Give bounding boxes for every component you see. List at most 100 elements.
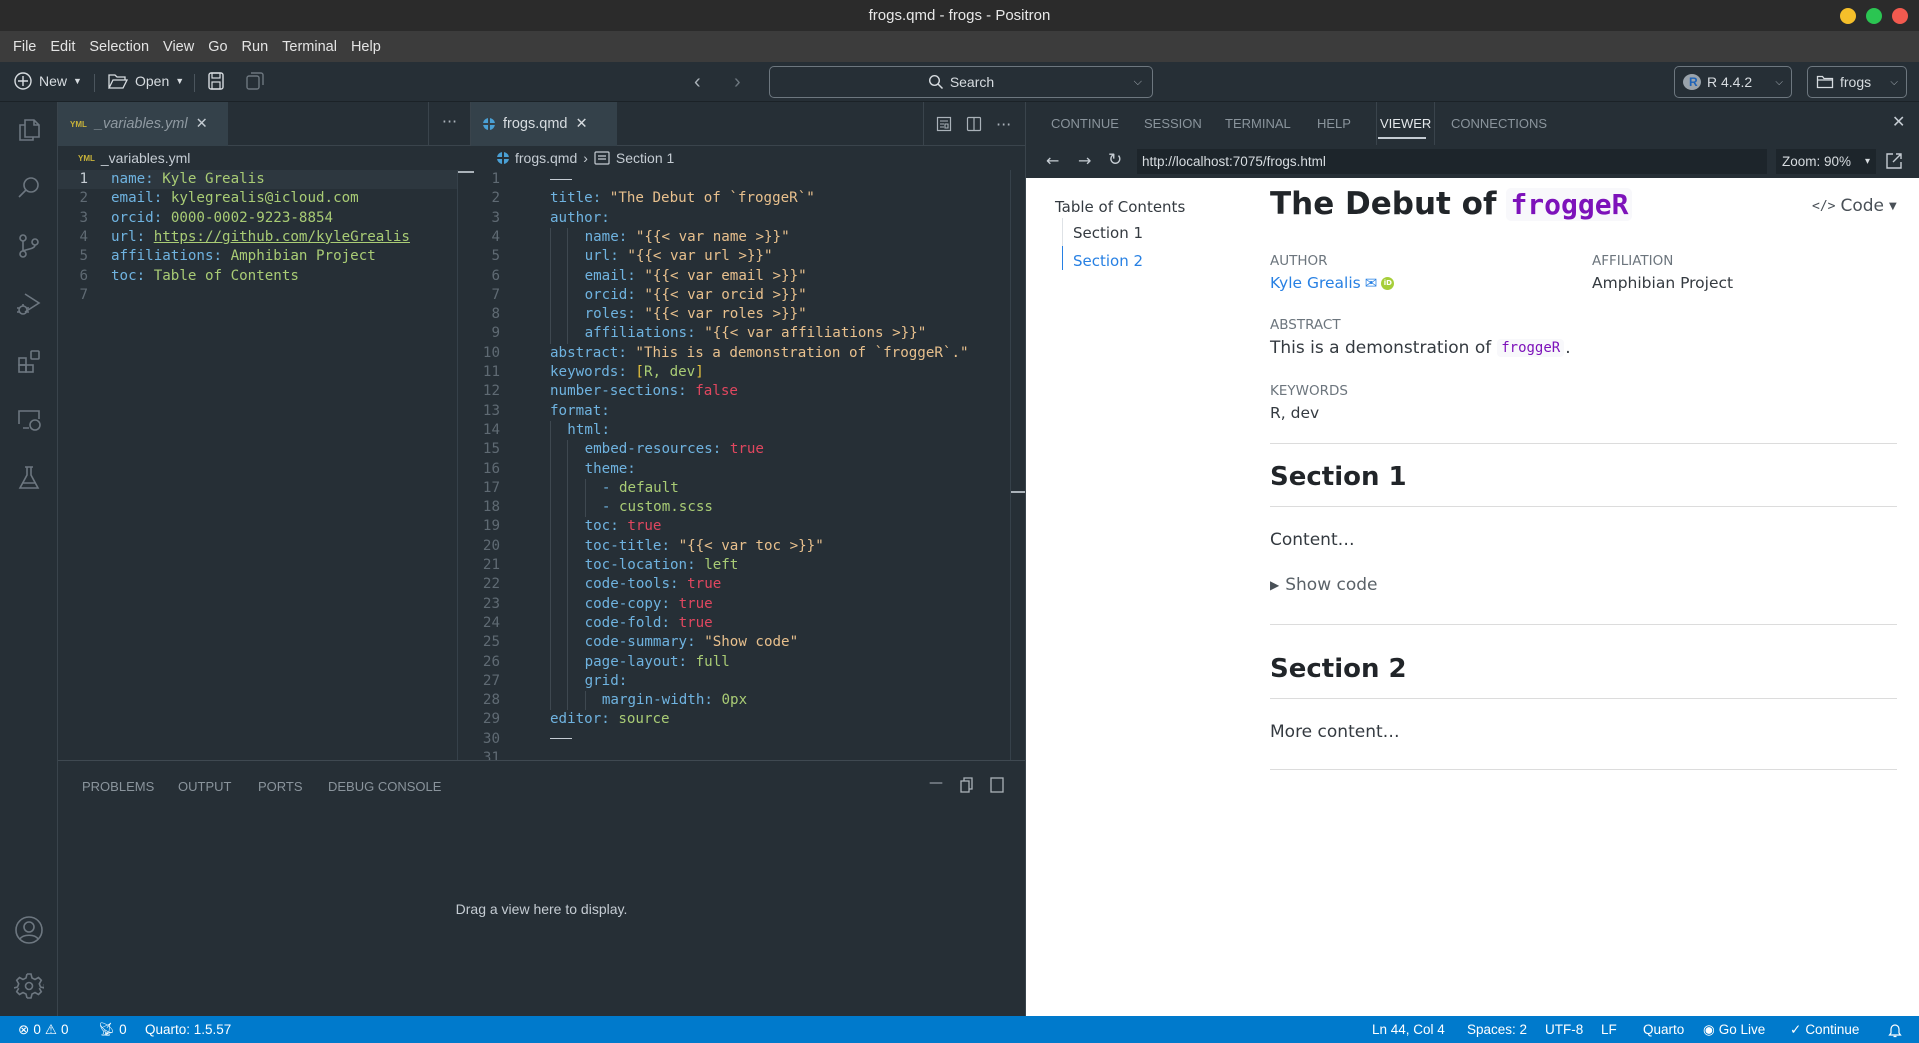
maximize-panel-icon[interactable]: [990, 777, 1004, 793]
back-button[interactable]: ‹: [694, 71, 701, 94]
language-mode[interactable]: Quarto: [1643, 1016, 1684, 1043]
line-number: 14: [482, 421, 500, 438]
pane-tab-continue[interactable]: CONTINUE: [1051, 102, 1119, 145]
viewer-url-input[interactable]: http://localhost:7075/frogs.html: [1137, 149, 1767, 174]
close-pane-icon[interactable]: ✕: [1892, 112, 1905, 131]
warning-icon: ⚠: [44, 1021, 57, 1037]
panel-tab-debug-console[interactable]: DEBUG CONSOLE: [328, 779, 441, 794]
pane-tab-connections[interactable]: CONNECTIONS: [1451, 102, 1547, 145]
open-in-browser-icon[interactable]: [1885, 152, 1903, 170]
maximize-button[interactable]: [1866, 8, 1882, 24]
yaml-value: "{{< var email >}}": [644, 267, 807, 284]
minimize-panel-icon[interactable]: —: [929, 775, 943, 791]
pane-tab-help[interactable]: HELP: [1317, 102, 1351, 145]
menu-selection[interactable]: Selection: [82, 39, 156, 55]
code-tools-button[interactable]: </> Code ▼: [1812, 196, 1897, 216]
code-line: title: "The Debut of `froggeR`": [550, 189, 815, 208]
minimize-button[interactable]: [1840, 8, 1856, 24]
notifications-button[interactable]: [1888, 1016, 1902, 1043]
activity-accounts[interactable]: [13, 914, 45, 946]
viewer-forward-icon[interactable]: →: [1078, 151, 1091, 170]
close-icon[interactable]: ✕: [575, 116, 587, 132]
panel-tab-output[interactable]: OUTPUT: [178, 779, 231, 794]
url-link[interactable]: https://github.com/kyleGrealis: [154, 229, 410, 245]
yaml-value: "{{< var name >}}": [635, 228, 790, 245]
yaml-colon: :: [145, 171, 163, 187]
open-button[interactable]: Open ▼: [107, 71, 184, 91]
continue-status[interactable]: ✓ Continue: [1790, 1016, 1859, 1043]
close-icon[interactable]: ✕: [196, 116, 208, 132]
more-actions-icon[interactable]: ···: [428, 102, 470, 146]
left-code-editor[interactable]: 1 name: Kyle Grealis 2 email: kylegrealis@i…: [58, 170, 458, 760]
restore-panel-icon[interactable]: [960, 777, 974, 793]
project-selector[interactable]: frogs ⌵: [1807, 66, 1907, 98]
tab-frogs-qmd[interactable]: frogs.qmd ✕: [471, 102, 617, 146]
toc-item-section-1[interactable]: Section 1: [1073, 224, 1143, 242]
code-line: email: kylegrealis@icloud.com: [111, 189, 359, 208]
pane-tab-session[interactable]: SESSION: [1144, 102, 1202, 145]
menu-view[interactable]: View: [156, 39, 201, 55]
yaml-value: custom.scss: [618, 499, 713, 516]
breadcrumb-section[interactable]: Section 1: [616, 150, 674, 166]
viewer-reload-icon[interactable]: ↻: [1108, 150, 1122, 170]
end-of-line[interactable]: LF: [1601, 1016, 1617, 1043]
encoding[interactable]: UTF-8: [1545, 1016, 1583, 1043]
activity-run-debug[interactable]: [13, 288, 45, 320]
breadcrumb-file[interactable]: _variables.yml: [101, 150, 190, 166]
save-all-icon: [246, 72, 264, 90]
viewer-document: Table of Contents Section 1 Section 2 Th…: [1026, 178, 1919, 1016]
line-number: 5: [79, 248, 88, 265]
right-editor-scrollbar[interactable]: [1010, 170, 1011, 760]
panel-tab-ports[interactable]: PORTS: [258, 779, 303, 794]
close-window-button[interactable]: [1892, 8, 1908, 24]
toc-item-section-2[interactable]: Section 2: [1073, 252, 1143, 270]
command-center-search[interactable]: Search ⌵: [769, 66, 1153, 98]
email-icon[interactable]: ✉: [1365, 274, 1378, 292]
tab-variables-yml[interactable]: YML _variables.yml ✕: [58, 102, 228, 146]
activity-extensions[interactable]: [13, 346, 45, 378]
yaml-value: kylegrealis@icloud.com: [170, 190, 359, 207]
save-button[interactable]: [207, 71, 225, 91]
orcid-icon[interactable]: iD: [1381, 276, 1395, 290]
right-code-editor[interactable]: 1 2 title: "The Debut of `froggeR`" 3 author…: [470, 170, 1010, 760]
activity-explorer[interactable]: [13, 114, 45, 146]
menu-edit[interactable]: Edit: [43, 39, 82, 55]
code-line: orcid: 0000-0002-9223-8854: [111, 209, 333, 228]
problems-status[interactable]: ⊗ 0 ⚠ 0: [18, 1016, 68, 1043]
split-editor-icon[interactable]: [966, 116, 982, 132]
more-actions-icon[interactable]: ···: [996, 115, 1011, 134]
left-editor-scrollbar[interactable]: [457, 170, 458, 760]
quarto-version[interactable]: Quarto: 1.5.57: [145, 1016, 231, 1043]
viewer-back-icon[interactable]: ←: [1046, 151, 1059, 170]
forward-button[interactable]: ›: [734, 71, 741, 94]
menu-run[interactable]: Run: [235, 39, 276, 55]
new-button[interactable]: New ▼: [13, 71, 82, 91]
panel-tab-problems[interactable]: PROBLEMS: [82, 779, 154, 794]
interpreter-selector[interactable]: R R 4.4.2 ⌵: [1674, 66, 1792, 98]
run-debug-icon: [17, 293, 41, 315]
accounts-icon: [15, 916, 43, 944]
pane-tab-terminal[interactable]: TERMINAL: [1225, 102, 1291, 145]
yaml-key: html:: [567, 421, 611, 438]
author-link[interactable]: Kyle Grealis: [1270, 274, 1361, 292]
activity-testing[interactable]: [13, 462, 45, 494]
menu-file[interactable]: File: [6, 39, 43, 55]
menu-help[interactable]: Help: [344, 39, 388, 55]
code-line: author:: [550, 209, 610, 228]
ports-status[interactable]: 📡︎ 0: [98, 1016, 127, 1043]
viewer-zoom-select[interactable]: Zoom: 90% ▾: [1776, 149, 1876, 174]
line-number: 3: [79, 209, 88, 226]
activity-search[interactable]: [13, 172, 45, 204]
indentation[interactable]: Spaces: 2: [1467, 1016, 1527, 1043]
menu-go[interactable]: Go: [201, 39, 234, 55]
activity-remote-explorer[interactable]: [13, 404, 45, 436]
breadcrumb-file[interactable]: frogs.qmd: [515, 150, 577, 166]
go-live-button[interactable]: ◉ Go Live: [1703, 1016, 1765, 1043]
save-all-button[interactable]: [245, 71, 265, 91]
preview-icon[interactable]: [936, 116, 952, 132]
menu-terminal[interactable]: Terminal: [275, 39, 344, 55]
activity-source-control[interactable]: [13, 230, 45, 262]
show-code-toggle[interactable]: ▶ Show code: [1270, 575, 1378, 595]
cursor-position[interactable]: Ln 44, Col 4: [1372, 1016, 1445, 1043]
activity-manage[interactable]: [13, 970, 45, 1002]
